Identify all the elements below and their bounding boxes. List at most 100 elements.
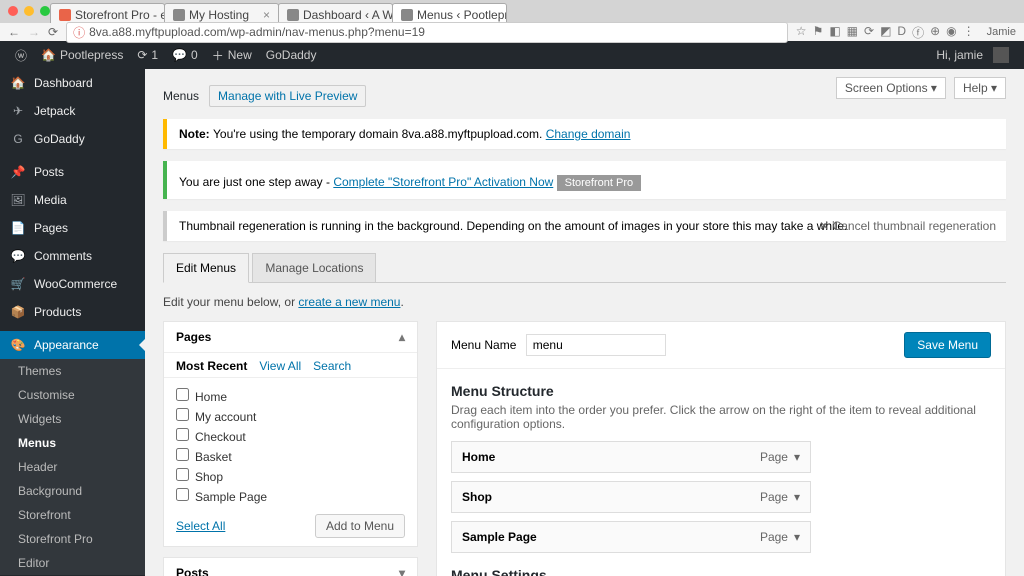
create-menu-link[interactable]: create a new menu [298, 295, 400, 309]
chevron-up-icon: ▴ [399, 330, 405, 344]
ext-icon[interactable]: ⚑ [813, 24, 824, 41]
save-menu-button-top[interactable]: Save Menu [904, 332, 991, 358]
submenu-widgets[interactable]: Widgets [0, 407, 145, 431]
sidebar-item-products[interactable]: 📦Products [0, 298, 145, 326]
ext-icon[interactable]: ▦ [847, 24, 858, 41]
new-content[interactable]: ＋New [205, 41, 259, 69]
page-checkbox-item[interactable]: Basket [176, 446, 405, 466]
menu-item-type: Page [760, 490, 788, 504]
comments[interactable]: 💬0 [165, 41, 205, 69]
menu-icon[interactable]: ⋮ [963, 24, 975, 41]
content-area: Screen Options ▾ Help ▾ Menus Manage wit… [145, 69, 1024, 576]
menu-item[interactable]: Sample PagePage▾ [451, 521, 811, 553]
close-tab-icon[interactable]: × [263, 8, 270, 22]
menu-structure-desc: Drag each item into the order you prefer… [451, 403, 991, 431]
sidebar-item-dashboard[interactable]: 🏠Dashboard [0, 69, 145, 97]
url-toolbar: ← → ⟳ ⓘ 8va.a88.myftpupload.com/wp-admin… [0, 23, 1024, 41]
comment-icon: 💬 [172, 48, 187, 62]
submenu-customise[interactable]: Customise [0, 383, 145, 407]
sidebar-item-media[interactable]: 🖼Media [0, 186, 145, 214]
godaddy-menu[interactable]: GoDaddy [259, 41, 324, 69]
browser-tab[interactable]: Storefront Pro - easily custo× [50, 3, 165, 23]
back-icon[interactable]: ← [8, 25, 20, 39]
wp-logo[interactable]: ⓦ [8, 41, 34, 69]
reload-icon[interactable]: ⟳ [48, 25, 58, 39]
menu-items-column: Pages▴ Most Recent View All Search HomeMy … [163, 321, 418, 576]
ext-icon[interactable]: D [897, 24, 906, 41]
ext-icon[interactable]: ◩ [880, 24, 891, 41]
manage-live-preview-button[interactable]: Manage with Live Preview [209, 85, 366, 107]
submenu-menus[interactable]: Menus [0, 431, 145, 455]
submenu-themes[interactable]: Themes [0, 359, 145, 383]
window-controls [8, 6, 50, 16]
submenu-header[interactable]: Header [0, 455, 145, 479]
metabox-toggle[interactable]: Posts▾ [164, 558, 417, 576]
screen-options-button[interactable]: Screen Options ▾ [836, 77, 946, 99]
help-button[interactable]: Help ▾ [954, 77, 1006, 99]
pages-tab-search[interactable]: Search [313, 359, 351, 373]
menu-item[interactable]: HomePage▾ [451, 441, 811, 473]
ext-icon[interactable]: ◉ [946, 24, 956, 41]
menu-item[interactable]: ShopPage▾ [451, 481, 811, 513]
ext-icon[interactable]: ⊕ [930, 24, 940, 41]
close-window[interactable] [8, 6, 18, 16]
url-input[interactable]: ⓘ 8va.a88.myftpupload.com/wp-admin/nav-m… [66, 22, 788, 43]
pages-tab-view-all[interactable]: View All [259, 359, 301, 373]
update-icon: ⟳ [137, 48, 147, 62]
menu-icon: 📦 [10, 305, 26, 319]
page-checkbox-item[interactable]: Sample Page [176, 486, 405, 506]
nav-tabs: Edit Menus Manage Locations [163, 253, 1006, 283]
pages-tabs: Most Recent View All Search [164, 353, 417, 378]
ext-icon[interactable]: ⟳ [864, 24, 874, 41]
site-name[interactable]: 🏠Pootlepress [34, 41, 130, 69]
menu-icon: 💬 [10, 249, 26, 263]
pages-box-toggle[interactable]: Pages▴ [164, 322, 417, 353]
chevron-down-icon[interactable]: ▾ [794, 450, 800, 464]
sidebar-item-godaddy[interactable]: GGoDaddy [0, 125, 145, 153]
submenu-background[interactable]: Background [0, 479, 145, 503]
page-checkbox-item[interactable]: Shop [176, 466, 405, 486]
submenu-storefront-pro[interactable]: Storefront Pro [0, 527, 145, 551]
pages-tab-most-recent[interactable]: Most Recent [176, 359, 247, 373]
updates[interactable]: ⟳1 [130, 41, 165, 69]
metabox-posts: Posts▾ [163, 557, 418, 576]
sidebar-item-posts[interactable]: 📌Posts [0, 158, 145, 186]
change-domain-link[interactable]: Change domain [546, 127, 631, 141]
tab-title: Dashboard ‹ A WordPress Sit [303, 8, 393, 22]
cancel-regen-link[interactable]: ✕ Cancel thumbnail regeneration [819, 219, 996, 233]
ext-icon[interactable]: ⓕ [912, 24, 924, 41]
submenu-editor[interactable]: Editor [0, 551, 145, 575]
sidebar-item-jetpack[interactable]: ✈Jetpack [0, 97, 145, 125]
sidebar-item-pages[interactable]: 📄Pages [0, 214, 145, 242]
minimize-window[interactable] [24, 6, 34, 16]
chevron-down-icon: ▾ [399, 566, 405, 576]
menu-label: Pages [34, 221, 68, 235]
menu-icon: 🏠 [10, 76, 26, 90]
browser-tab[interactable]: Menus ‹ Pootlepress — Word× [392, 3, 507, 23]
complete-activation-link[interactable]: Complete "Storefront Pro" Activation Now [333, 175, 553, 189]
forward-icon[interactable]: → [28, 25, 40, 39]
tab-edit-menus[interactable]: Edit Menus [163, 253, 249, 283]
submenu-storefront[interactable]: Storefront [0, 503, 145, 527]
add-to-menu-button[interactable]: Add to Menu [315, 514, 405, 538]
star-icon[interactable]: ☆ [796, 24, 807, 41]
menu-item-type: Page [760, 530, 788, 544]
browser-tab[interactable]: My Hosting× [164, 3, 279, 23]
tab-manage-locations[interactable]: Manage Locations [252, 253, 376, 283]
sidebar-item-appearance[interactable]: 🎨Appearance [0, 331, 145, 359]
sidebar-item-woocommerce[interactable]: 🛒WooCommerce [0, 270, 145, 298]
wordpress-icon: ⓦ [15, 47, 27, 64]
select-all-link[interactable]: Select All [176, 519, 225, 533]
my-account[interactable]: Hi, jamie [929, 41, 1016, 69]
sidebar-item-comments[interactable]: 💬Comments [0, 242, 145, 270]
chevron-down-icon[interactable]: ▾ [794, 490, 800, 504]
menu-name-input[interactable] [526, 334, 666, 356]
page-checkbox-item[interactable]: Home [176, 386, 405, 406]
page-checkbox-item[interactable]: My account [176, 406, 405, 426]
profile-name[interactable]: Jamie [987, 26, 1016, 38]
maximize-window[interactable] [40, 6, 50, 16]
ext-icon[interactable]: ◧ [829, 24, 840, 41]
page-checkbox-item[interactable]: Checkout [176, 426, 405, 446]
chevron-down-icon[interactable]: ▾ [794, 530, 800, 544]
browser-tab[interactable]: Dashboard ‹ A WordPress Sit× [278, 3, 393, 23]
